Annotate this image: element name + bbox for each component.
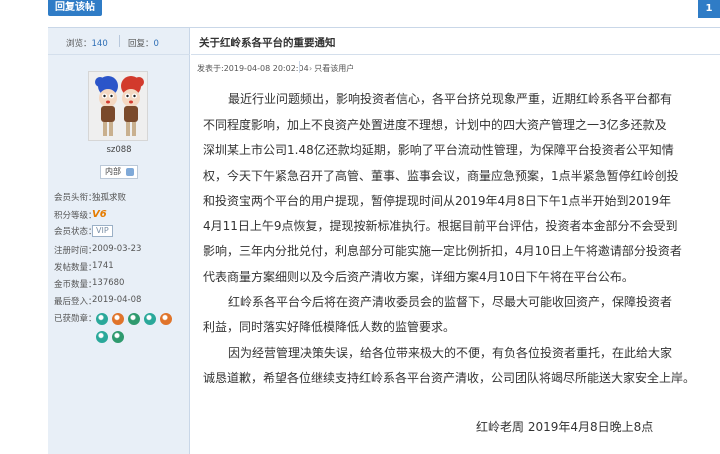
body-line: 因为经营管理决策失误，给各位带来极大的不便，有负各位投资者重托，在此给大家 — [228, 346, 673, 360]
replies-count: 回复：0 — [128, 39, 159, 49]
forum-post: 浏览：140 回复：0 sz088 内部 会员头衔： 独孤求败 积分等级： V6… — [48, 27, 720, 454]
user-icon — [126, 168, 134, 176]
body-line: 权，今天下午紧急召开了高管、董事、监事会议，商量应急预案，1点半紧急暂停红岭创投 — [203, 169, 679, 183]
post-stats: 浏览：140 回复：0 — [48, 28, 190, 55]
level-badge: V6 — [92, 209, 107, 220]
post-time: 发表于:2019-04-08 20:02:04 — [197, 64, 309, 73]
username[interactable]: sz088 — [48, 145, 190, 155]
medal-icon[interactable] — [96, 331, 108, 343]
body-line: 4月11日上午9点恢复，提现按新标准执行。根据目前平台评估，投资者本金部分不会受… — [203, 219, 678, 233]
medal-icon[interactable] — [144, 313, 156, 325]
medals-list — [96, 313, 176, 347]
body-line: 深圳某上市公司1.48亿还款均延期，影响了平台流动性管理，为保障平台投资者公平知… — [203, 143, 674, 157]
post-meta: 发表于:2019-04-08 20:02:04 只看该用户 — [191, 55, 720, 80]
medal-icon[interactable] — [112, 313, 124, 325]
page-number-button[interactable]: 1 — [698, 0, 720, 18]
post-title: 关于红岭系各平台的重要通知 — [199, 37, 336, 49]
signature-line: 红岭老周 2019年4月8日晚上8点 — [476, 420, 654, 434]
avatar-image — [89, 72, 147, 140]
post-body: 最近行业问题频出，影响投资者信心，各平台挤兑现象严重，近期红岭系各平台都有 不同… — [191, 80, 720, 454]
views-count: 浏览：140 — [66, 39, 108, 49]
medal-icon[interactable] — [160, 313, 172, 325]
body-line: 最近行业问题频出，影响投资者信心，各平台挤兑现象严重，近期红岭系各平台都有 — [228, 92, 673, 106]
body-line: 不同程度影响，加上不良资产处置进度不理想，计划中的四大资产管理之一3亿多还款及 — [203, 118, 667, 132]
view-author-only-link[interactable]: 只看该用户 — [309, 63, 354, 74]
body-line: 诚恳道歉，希望各位继续支持红岭系各平台资产清收，公司团队将竭尽所能送大家安全上岸… — [203, 371, 696, 385]
body-line: 代表商量方案细则以及今后资产清收方案，详细方案4月10日下午将在平台公布。 — [203, 270, 634, 284]
avatar[interactable] — [88, 71, 148, 141]
reply-button[interactable]: 回复该帖 — [48, 0, 102, 16]
author-sidebar: 浏览：140 回复：0 sz088 内部 会员头衔： 独孤求败 积分等级： V6… — [48, 28, 190, 454]
stats-divider — [119, 35, 120, 47]
body-line: 和投资宝两个平台的用户提现，暂停提现时间从2019年4月8日下午1点半开始到20… — [203, 194, 671, 208]
post-content: 关于红岭系各平台的重要通知 发表于:2019-04-08 20:02:04 只看… — [191, 28, 720, 454]
post-title-row: 关于红岭系各平台的重要通知 — [191, 28, 720, 55]
vip-badge: VIP — [92, 225, 113, 237]
top-toolbar: 回复该帖 1 — [0, 0, 720, 25]
body-line: 利益，同时落实好降低模降低人数的监管要求。 — [203, 320, 456, 334]
body-line: 红岭系各平台今后将在资产清收委员会的监督下，尽最大可能收回资产，保障投资者 — [228, 295, 673, 309]
medal-icon[interactable] — [128, 313, 140, 325]
body-line: 影响，三年内分批兑付，利息部分可能实施一定比例折扣，4月10日上午将邀请部分投资… — [203, 244, 682, 258]
medal-icon[interactable] — [96, 313, 108, 325]
medal-icon[interactable] — [112, 331, 124, 343]
meta-divider — [299, 61, 300, 73]
user-group-badge: 内部 — [100, 165, 138, 179]
